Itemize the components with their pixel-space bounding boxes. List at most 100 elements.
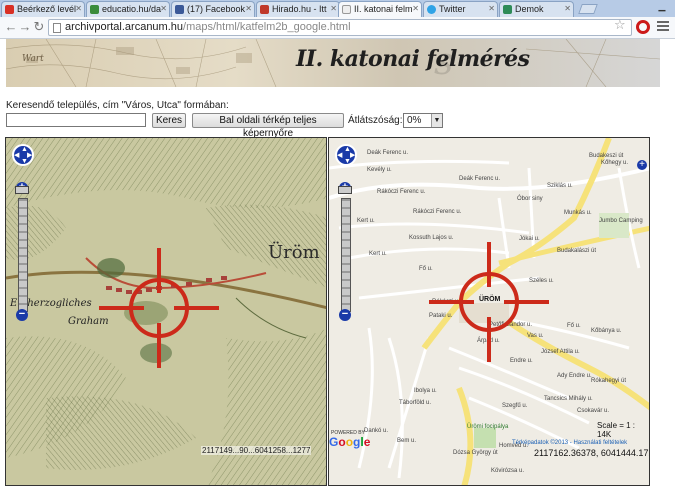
google-map[interactable]: Deák Ferenc u. Kevély u. Deák Ferenc u. … <box>328 137 650 486</box>
terms-link[interactable]: Térképadatok ©2013 - Használati feltétel… <box>512 440 627 446</box>
close-icon[interactable]: ✕ <box>245 2 252 16</box>
crosshair-icon <box>99 248 219 368</box>
street-label: Budakalászi út <box>557 248 597 254</box>
close-icon[interactable]: ✕ <box>564 2 571 16</box>
tab-hirado[interactable]: Hirado.hu - Itt ✕ <box>256 1 340 17</box>
street-label: Budakeszi út <box>589 153 624 159</box>
historic-map[interactable]: Üröm Erzherzogliches Graham ▲ ▼ ◀ ▶ + − … <box>5 137 327 486</box>
street-label: Ibolya u. <box>414 388 437 394</box>
street-label: Kert u. <box>369 251 387 257</box>
street-label: Kövirózsa u. <box>491 468 525 474</box>
tab-title: educatio.hu/da <box>102 4 162 14</box>
tab-gmail[interactable]: Beérkező levél ✕ <box>1 1 85 17</box>
minimize-icon[interactable]: ▁ <box>652 1 672 13</box>
zoom-slider-thumb[interactable] <box>15 186 29 194</box>
crosshair-icon <box>429 242 549 362</box>
street-label: Kevély u. <box>367 167 392 173</box>
tab-facebook[interactable]: (17) Facebook ✕ <box>171 1 255 17</box>
zoom-out-button[interactable]: − <box>16 309 28 321</box>
map-label: Üröm <box>268 242 320 263</box>
tab-title: Hirado.hu - Itt <box>272 4 327 14</box>
zoom-slider-thumb[interactable] <box>338 186 352 194</box>
street-label: Kert u. <box>357 218 375 224</box>
pan-right-icon[interactable]: ▶ <box>27 152 32 159</box>
close-icon[interactable]: ✕ <box>160 2 167 16</box>
place-label: Ürömi focipálya <box>467 424 509 430</box>
street-label: Dankó u. <box>364 428 389 434</box>
fullscreen-button[interactable]: Bal oldali térkép teljes képernyőre <box>192 113 344 139</box>
search-label: Keresendő település, cím "Város, Utca" f… <box>6 100 229 111</box>
street-label: Munkás u. <box>564 210 592 216</box>
street-label: Deák Ferenc u. <box>459 176 501 182</box>
search-input[interactable] <box>6 113 146 127</box>
street-label: Csokavár u. <box>577 408 610 414</box>
url-path: /maps/html/katfelm2b_google.html <box>183 21 351 33</box>
street-label: Rákóczi Ferenc u. <box>377 189 426 195</box>
place-label: Jumbo Camping <box>599 218 643 224</box>
street-label: Óbor siny <box>517 196 543 202</box>
street-label: Bem u. <box>397 438 417 444</box>
street-label: Kőhegy u. <box>601 160 629 166</box>
coordinate-readout: 2117162.36378, 6041444.17271 <box>534 448 649 458</box>
tab-educatio[interactable]: educatio.hu/da ✕ <box>86 1 170 17</box>
zoom-slider[interactable] <box>341 198 351 312</box>
street-label: Deák Ferenc u. <box>367 150 409 156</box>
reload-button[interactable]: ↻ <box>32 20 46 34</box>
twitter-icon <box>427 5 436 14</box>
facebook-icon <box>175 5 184 14</box>
bookmark-star-icon[interactable]: ☆ <box>614 17 626 33</box>
page-icon <box>53 23 61 33</box>
zoom-slider[interactable] <box>18 198 28 312</box>
street-label: Szegfű u. <box>502 403 528 409</box>
tab-title: Twitter <box>439 4 466 14</box>
opacity-label: Átlátszóság: <box>348 115 403 126</box>
close-icon[interactable]: ✕ <box>412 2 419 16</box>
pan-control[interactable]: ▲ ▼ ◀ ▶ <box>12 144 34 166</box>
close-icon[interactable]: ✕ <box>75 2 82 16</box>
google-logo[interactable]: Google <box>329 435 370 449</box>
page-icon <box>342 5 351 14</box>
pan-control[interactable]: ▲ ▼ ◀ ▶ <box>335 144 357 166</box>
forward-button[interactable]: → <box>18 20 32 34</box>
tab-strip: Beérkező levél ✕ educatio.hu/da ✕ (17) F… <box>0 0 675 18</box>
street-label: Rókahegyi út <box>591 378 627 384</box>
street-label: Táborföld u. <box>399 400 432 406</box>
url-domain: archivportal.arcanum.hu <box>65 21 184 33</box>
browser-toolbar: ← → ↻ archivportal.arcanum.hu/maps/html/… <box>0 17 675 39</box>
scale-label: Scale = 1 : 14K <box>597 421 636 439</box>
pan-down-icon[interactable]: ▼ <box>344 158 351 165</box>
street-label: Rákóczi Ferenc u. <box>413 209 462 215</box>
street-label: Kossuth Lajos u. <box>409 235 454 241</box>
tab-katonai[interactable]: II. katonai felm ✕ <box>338 1 422 18</box>
coordinate-readout: 2117149...90...6041258...1277 <box>201 446 312 455</box>
address-bar[interactable]: archivportal.arcanum.hu/maps/html/katfel… <box>48 19 632 36</box>
opacity-select[interactable]: 0% ▼ <box>403 113 443 128</box>
site-icon <box>90 5 99 14</box>
tab-title: Beérkező levél <box>17 4 77 14</box>
street-label: Sziklás u. <box>547 183 573 189</box>
tab-demok[interactable]: Demok ✕ <box>499 1 574 17</box>
page-title: II. katonai felmérés <box>296 46 530 72</box>
site-icon <box>503 5 512 14</box>
zoom-out-button[interactable]: − <box>339 309 351 321</box>
pan-left-icon[interactable]: ◀ <box>337 152 342 159</box>
tab-twitter[interactable]: Twitter ✕ <box>423 1 498 17</box>
back-button[interactable]: ← <box>4 20 18 34</box>
street-label: Kőbánya u. <box>591 328 622 334</box>
search-button[interactable]: Keres <box>152 113 186 128</box>
pan-down-icon[interactable]: ▼ <box>21 158 28 165</box>
expand-icon[interactable]: + <box>637 160 647 170</box>
tab-title: II. katonai felm <box>354 4 413 14</box>
gmail-icon <box>5 5 14 14</box>
street-label: Tancsics Mihály u. <box>544 396 593 402</box>
menu-icon[interactable] <box>657 21 669 32</box>
pan-right-icon[interactable]: ▶ <box>350 152 355 159</box>
close-icon[interactable]: ✕ <box>330 2 337 16</box>
svg-text:Wart: Wart <box>22 54 44 64</box>
street-label: Dózsa György út <box>453 450 498 456</box>
opera-icon[interactable] <box>636 20 650 34</box>
street-label: Ady Endre u. <box>557 373 592 379</box>
close-icon[interactable]: ✕ <box>488 2 495 16</box>
pan-left-icon[interactable]: ◀ <box>14 152 19 159</box>
new-tab-button[interactable] <box>578 4 598 14</box>
